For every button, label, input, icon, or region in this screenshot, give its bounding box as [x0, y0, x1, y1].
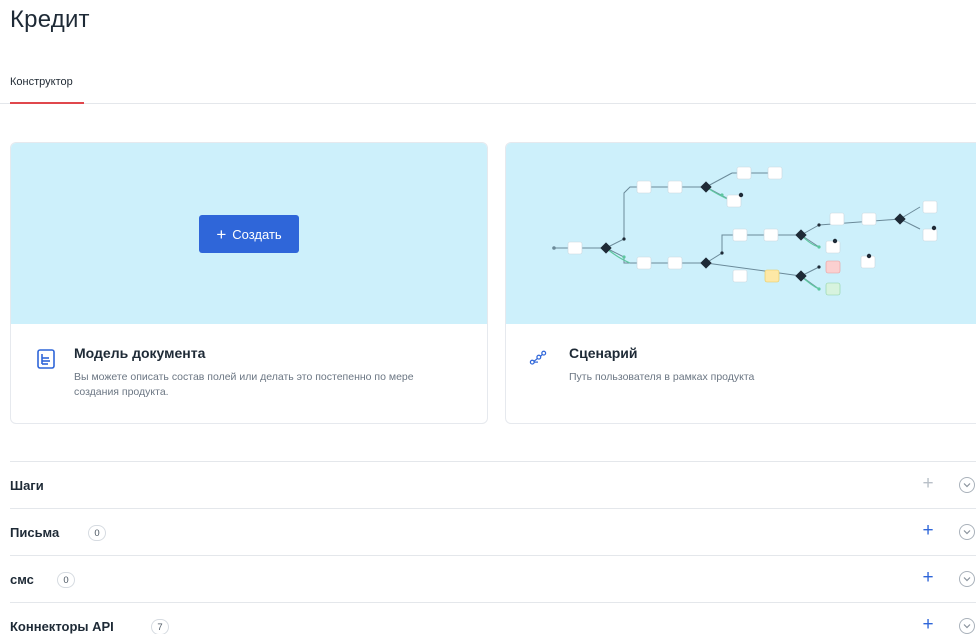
section-title: Письма [10, 525, 60, 540]
section-letters[interactable]: Письма 0 + [10, 509, 976, 556]
document-structure-icon [37, 349, 55, 369]
count-badge: 0 [57, 572, 75, 588]
section-api-connectors[interactable]: Коннекторы API 7 + [10, 603, 976, 634]
section-title: смс [10, 572, 34, 587]
chevron-down-icon[interactable] [959, 571, 975, 587]
count-badge: 7 [151, 619, 169, 634]
create-button-label: Создать [232, 226, 282, 242]
scenario-flow-preview [506, 143, 976, 324]
section-sms[interactable]: смс 0 + [10, 556, 976, 603]
document-model-hero: + Создать [11, 143, 487, 324]
scenario-card[interactable]: Сценарий Путь пользователя в рамках прод… [505, 142, 976, 424]
chevron-down-icon[interactable] [959, 524, 975, 540]
add-sms-button[interactable]: + [918, 568, 938, 589]
chevron-down-icon[interactable] [959, 618, 975, 634]
section-steps[interactable]: Шаги + [10, 462, 976, 509]
chevron-down-icon[interactable] [959, 477, 975, 493]
sections-list: Шаги + Письма 0 + смс 0 + Коннекторы API… [10, 461, 976, 634]
create-button[interactable]: + Создать [199, 215, 299, 253]
plus-icon: + [216, 224, 227, 244]
scenario-title: Сценарий [569, 345, 638, 361]
section-title: Шаги [10, 478, 44, 493]
scenario-description: Путь пользователя в рамках продукта [569, 371, 755, 383]
add-connector-button[interactable]: + [918, 615, 938, 634]
flow-path-icon [529, 350, 547, 365]
add-step-button[interactable]: + [918, 474, 938, 495]
document-model-card[interactable]: + Создать Модель документа Вы можете опи… [10, 142, 488, 424]
document-model-title: Модель документа [74, 345, 206, 361]
tab-bar: Конструктор [0, 60, 976, 104]
section-title: Коннекторы API [10, 619, 114, 634]
page-title: Кредит [10, 6, 90, 33]
count-badge: 0 [88, 525, 106, 541]
scenario-flow-diagram [552, 166, 938, 296]
add-letter-button[interactable]: + [918, 521, 938, 542]
active-tab-indicator [10, 102, 84, 104]
tab-constructor[interactable]: Конструктор [10, 76, 73, 88]
scenario-body: Сценарий Путь пользователя в рамках прод… [506, 324, 976, 423]
document-model-body: Модель документа Вы можете описать соста… [11, 324, 487, 423]
document-model-description: Вы можете описать состав полей или делат… [74, 371, 414, 398]
